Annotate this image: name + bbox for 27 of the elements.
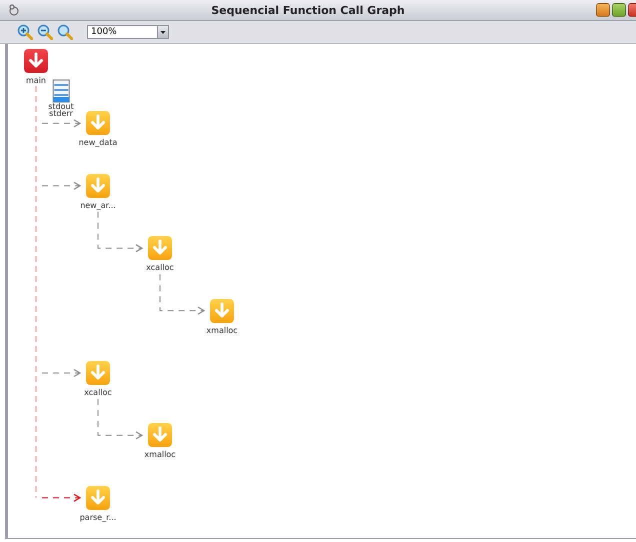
function-icon[interactable] <box>148 423 172 448</box>
function-label: main <box>26 76 46 85</box>
function-label: new_ar... <box>80 200 116 210</box>
function-icon[interactable] <box>86 174 110 198</box>
app-icon[interactable] <box>8 4 20 16</box>
zoom-select[interactable]: 100% <box>87 25 169 39</box>
function-icon[interactable] <box>86 111 110 136</box>
maximize-button[interactable] <box>612 3 626 17</box>
function-icon[interactable] <box>86 486 110 510</box>
function-icon[interactable] <box>210 298 234 323</box>
stream-label: stderr <box>49 110 73 117</box>
function-icon[interactable] <box>86 361 110 385</box>
function-label: parse_r... <box>80 512 116 522</box>
stream-file-icon <box>52 79 70 103</box>
zoom-fit-icon[interactable] <box>57 24 73 40</box>
zoom-out-icon[interactable] <box>37 24 53 40</box>
function-label: xmalloc <box>144 450 176 460</box>
function-icon[interactable] <box>148 236 172 260</box>
main-function-icon[interactable] <box>24 49 48 73</box>
minimize-button[interactable] <box>596 3 610 17</box>
function-label: xcalloc <box>84 388 112 397</box>
window-title: Sequencial Function Call Graph <box>210 4 406 16</box>
stream-label: stdout <box>48 103 74 110</box>
zoom-in-icon[interactable] <box>17 24 33 40</box>
function-label: xcalloc <box>146 263 174 272</box>
function-label: xmalloc <box>206 326 238 335</box>
function-label: new_data <box>78 138 118 148</box>
